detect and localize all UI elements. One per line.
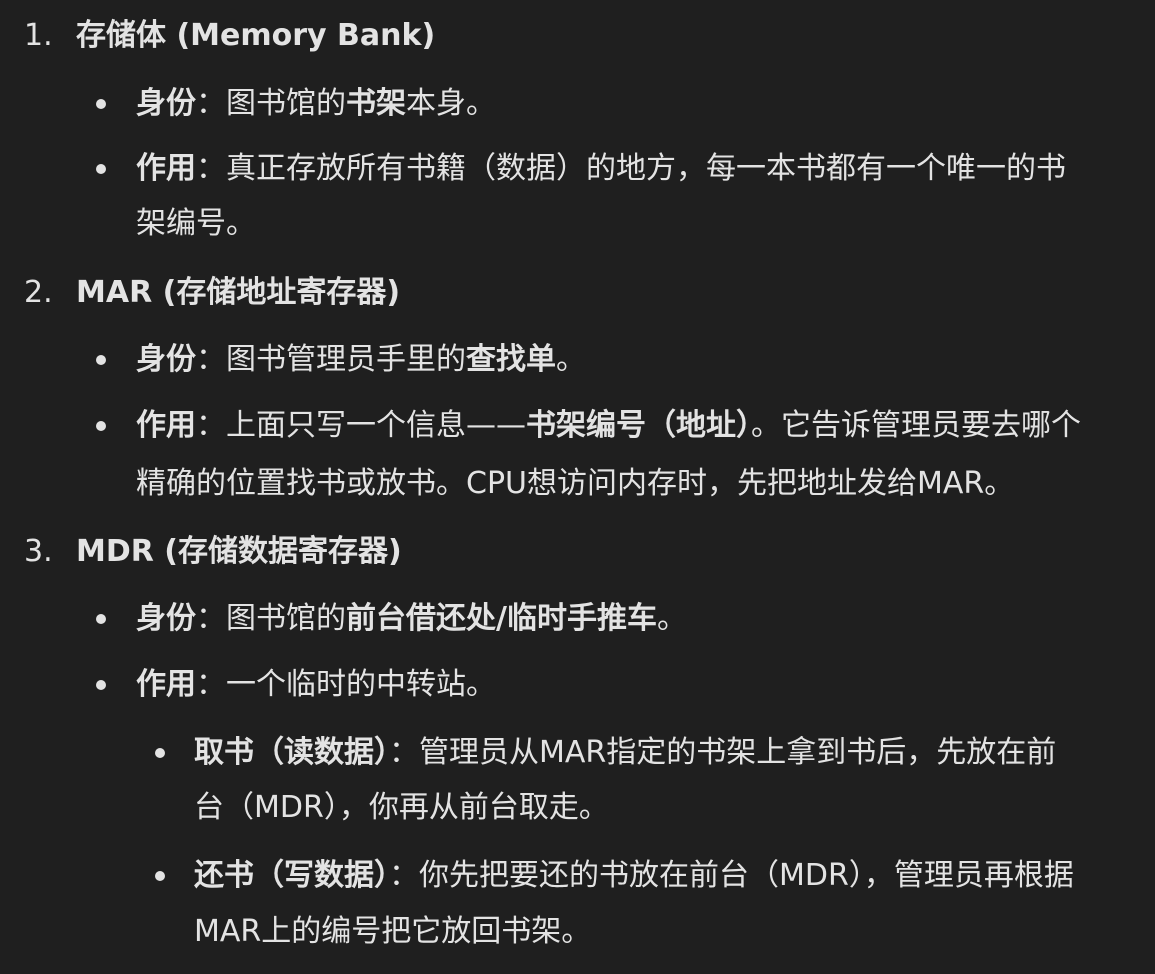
bullet-label: 作用	[136, 151, 196, 186]
list-heading: 存储体 (Memory Bank)	[76, 18, 436, 53]
sub-bullet-continuation: MAR上的编号把它放回书架。	[194, 914, 592, 949]
bullet-dot	[96, 164, 106, 174]
sub-bullet-row: 取书（读数据）：管理员从MAR指定的书架上拿到书后，先放在前	[0, 733, 1155, 773]
bullet-label: 作用	[136, 408, 196, 443]
bullet-text: 还书（写数据）：你先把要还的书放在前台（MDR），管理员再根据	[194, 858, 1074, 893]
list-number: 2.	[24, 275, 53, 310]
list-heading: MAR (存储地址寄存器)	[76, 275, 401, 310]
bullet-text: 身份：图书馆的书架本身。	[136, 86, 496, 121]
bullet-label: 作用	[136, 667, 196, 702]
sub-bullet-row: 还书（写数据）：你先把要还的书放在前台（MDR），管理员再根据	[0, 856, 1155, 896]
list-number: 1.	[24, 18, 53, 53]
document: 1. 存储体 (Memory Bank) 身份：图书馆的书架本身。 作用：真正存…	[0, 0, 1155, 974]
bullet-label: 身份	[136, 86, 196, 121]
bullet-text: 作用：上面只写一个信息——书架编号（地址）。它告诉管理员要去哪个	[136, 408, 1081, 443]
list-heading: MDR (存储数据寄存器)	[76, 534, 402, 569]
list-number: 3.	[24, 534, 53, 569]
sub-bullet-continuation: 台（MDR），你再从前台取走。	[194, 790, 609, 825]
bullet-text: 作用：一个临时的中转站。	[136, 667, 496, 702]
bullet-row: 作用：一个临时的中转站。	[0, 665, 1155, 705]
list-item-1-heading-row: 1. 存储体 (Memory Bank)	[0, 16, 1155, 56]
bullet-dot	[155, 871, 165, 881]
bullet-row: 身份：图书馆的前台借还处/临时手推车。	[0, 599, 1155, 639]
bullet-text: 作用：真正存放所有书籍（数据）的地方，每一本书都有一个唯一的书	[136, 151, 1066, 186]
bullet-text: 取书（读数据）：管理员从MAR指定的书架上拿到书后，先放在前	[194, 735, 1057, 770]
bullet-continuation: 精确的位置找书或放书。CPU想访问内存时，先把地址发给MAR。	[136, 466, 1015, 501]
bullet-row: 作用：上面只写一个信息——书架编号（地址）。它告诉管理员要去哪个	[0, 406, 1155, 446]
bullet-label: 还书（写数据）	[194, 858, 389, 893]
bullet-label: 取书（读数据）	[194, 735, 389, 770]
bullet-label: 身份	[136, 342, 196, 377]
bullet-dot	[96, 99, 106, 109]
bullet-row: 身份：图书馆的书架本身。	[0, 84, 1155, 124]
bullet-dot	[96, 680, 106, 690]
bullet-dot	[96, 421, 106, 431]
bullet-continuation: 架编号。	[136, 206, 256, 241]
bullet-text: 身份：图书管理员手里的查找单。	[136, 342, 586, 377]
bullet-dot	[96, 614, 106, 624]
bullet-label: 身份	[136, 601, 196, 636]
bullet-dot	[155, 748, 165, 758]
bullet-text: 身份：图书馆的前台借还处/临时手推车。	[136, 601, 687, 636]
list-item-3-heading-row: 3. MDR (存储数据寄存器)	[0, 532, 1155, 572]
bullet-dot	[96, 355, 106, 365]
bullet-row: 身份：图书管理员手里的查找单。	[0, 340, 1155, 380]
list-item-2-heading-row: 2. MAR (存储地址寄存器)	[0, 273, 1155, 313]
bullet-row: 作用：真正存放所有书籍（数据）的地方，每一本书都有一个唯一的书	[0, 149, 1155, 189]
